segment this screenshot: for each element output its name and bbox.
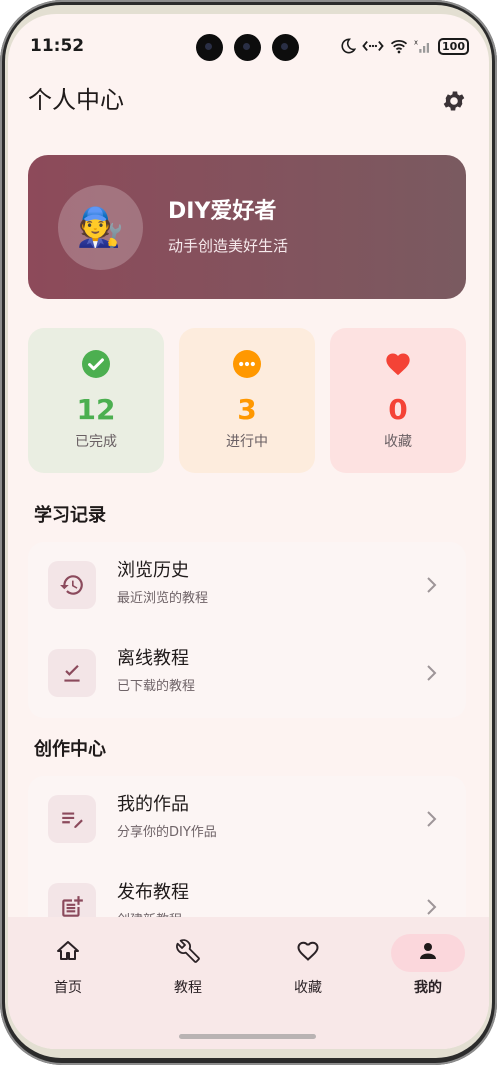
camera-dot-icon <box>272 34 299 61</box>
list-item-my-works[interactable]: 我的作品 分享你的DIY作品 <box>28 776 466 864</box>
settings-gear-icon[interactable] <box>441 88 467 114</box>
avatar: 🧑‍🔧 <box>58 185 143 270</box>
nav-item-home[interactable]: 首页 <box>8 917 128 1017</box>
section-title-learning: 学习记录 <box>34 505 106 526</box>
data-transfer-icon <box>362 41 384 51</box>
camera-dot-icon <box>234 34 261 61</box>
person-icon <box>420 943 436 959</box>
item-subtitle: 已下载的教程 <box>117 679 196 694</box>
nav-label: 教程 <box>174 980 202 996</box>
learning-group: 浏览历史 最近浏览的教程 离线教程 已下载的教程 <box>28 542 466 718</box>
more-circle-icon <box>233 350 261 378</box>
download-done-icon <box>64 664 80 682</box>
home-icon <box>57 941 79 960</box>
item-title: 浏览历史 <box>117 560 189 581</box>
item-subtitle: 分享你的DIY作品 <box>117 825 217 840</box>
page-title: 个人中心 <box>28 86 124 114</box>
stats-row: 12 已完成 3 进行中 0 收藏 <box>28 328 466 473</box>
heart-outline-icon <box>297 941 319 961</box>
chevron-right-icon <box>427 665 437 681</box>
nav-label: 首页 <box>54 980 82 996</box>
icon-box <box>48 795 96 843</box>
stat-label: 收藏 <box>384 434 412 450</box>
check-circle-icon <box>82 350 110 378</box>
moon-icon <box>341 38 357 54</box>
nav-item-profile[interactable]: 我的 <box>368 917 488 1017</box>
icon-box <box>48 561 96 609</box>
wifi-icon <box>390 39 408 54</box>
avatar-emoji: 🧑‍🔧 <box>76 205 125 249</box>
nav-item-tutorials[interactable]: 教程 <box>128 917 248 1017</box>
chevron-right-icon <box>427 899 437 915</box>
svg-text:x: x <box>414 39 418 47</box>
nav-item-favorites[interactable]: 收藏 <box>248 917 368 1017</box>
item-subtitle: 最近浏览的教程 <box>117 591 209 606</box>
screen: 11:52 x 100 个人中心 🧑‍🔧 DIY爱好者 动手创造美好生活 12 <box>8 14 489 1049</box>
battery-indicator: 100 <box>438 37 469 55</box>
chevron-right-icon <box>427 811 437 827</box>
status-bar: 11:52 x 100 <box>8 14 489 61</box>
heart-icon <box>386 353 410 376</box>
stat-value: 12 <box>76 393 116 426</box>
icon-box <box>48 649 96 697</box>
item-title: 我的作品 <box>117 794 189 815</box>
camera-dot-icon <box>196 34 223 61</box>
stat-completed[interactable]: 12 已完成 <box>28 328 164 473</box>
bottom-nav: 首页 教程 收藏 我的 <box>8 917 489 1049</box>
list-item-history[interactable]: 浏览历史 最近浏览的教程 <box>28 542 466 630</box>
profile-motto: 动手创造美好生活 <box>168 237 289 255</box>
stat-value: 3 <box>237 393 257 426</box>
stat-value: 0 <box>388 393 408 426</box>
signal-icon: x <box>414 39 430 53</box>
wrench-icon <box>176 939 200 963</box>
nav-label: 我的 <box>414 980 442 996</box>
nav-label: 收藏 <box>294 980 322 996</box>
profile-name: DIY爱好者 <box>168 199 277 224</box>
status-time: 11:52 <box>30 36 85 56</box>
profile-card[interactable]: 🧑‍🔧 DIY爱好者 动手创造美好生活 <box>28 155 466 299</box>
history-icon <box>60 575 83 595</box>
stat-label: 已完成 <box>75 434 117 450</box>
chevron-right-icon <box>427 577 437 593</box>
stat-label: 进行中 <box>226 434 268 450</box>
home-indicator[interactable] <box>179 1034 316 1039</box>
edit-note-icon <box>62 812 83 828</box>
section-title-creation: 创作中心 <box>34 739 106 760</box>
list-item-offline[interactable]: 离线教程 已下载的教程 <box>28 630 466 718</box>
item-title: 离线教程 <box>117 648 189 669</box>
item-title: 发布教程 <box>117 882 189 903</box>
status-icons: x 100 <box>340 36 469 56</box>
stat-in-progress[interactable]: 3 进行中 <box>179 328 315 473</box>
stat-favorites[interactable]: 0 收藏 <box>330 328 466 473</box>
